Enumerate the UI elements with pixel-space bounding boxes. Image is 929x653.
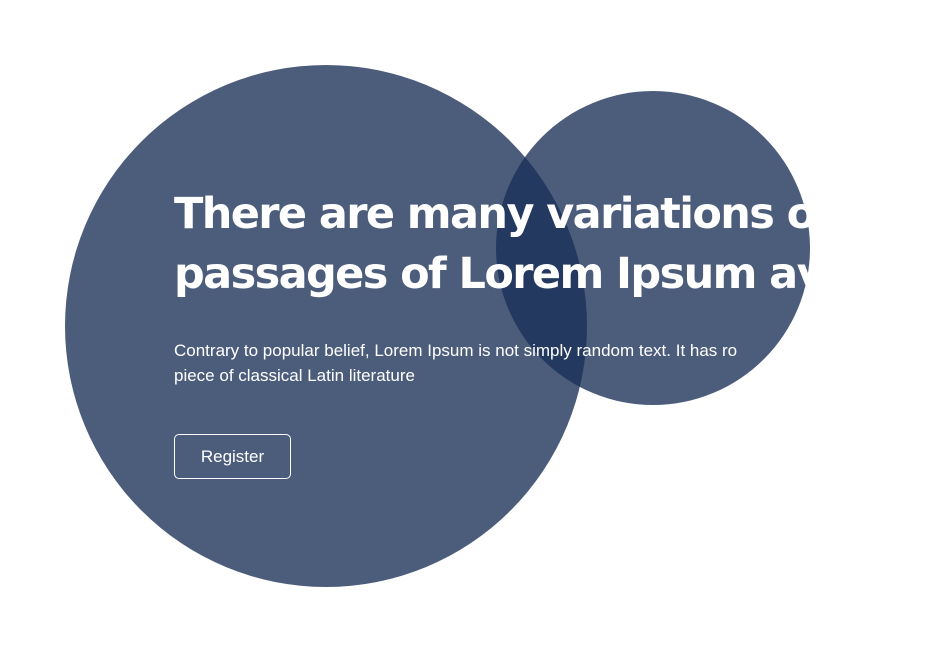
hero-content: There are many variations of passages of…	[0, 0, 810, 653]
hero-section: There are many variations of passages of…	[0, 0, 929, 653]
register-button[interactable]: Register	[174, 434, 291, 479]
hero-description-line-1: Contrary to popular belief, Lorem Ipsum …	[174, 341, 738, 360]
hero-headline-line-1: There are many variations of	[174, 189, 810, 239]
hero-headline: There are many variations of passages of…	[174, 184, 810, 304]
hero-description-line-2: piece of classical Latin literature	[174, 366, 415, 385]
hero-headline-line-2: passages of Lorem Ipsum ava	[174, 249, 810, 299]
hero-description: Contrary to popular belief, Lorem Ipsum …	[174, 338, 810, 388]
